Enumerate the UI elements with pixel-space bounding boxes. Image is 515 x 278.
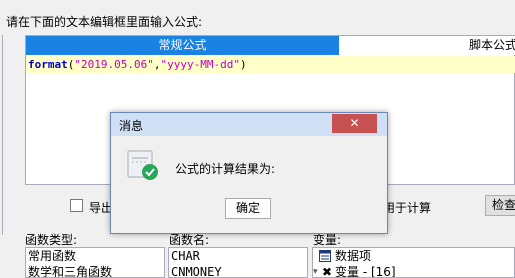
formula-tabbar: 常规公式 脚本公式 <box>26 36 515 55</box>
tree-item-variables[interactable]: ▾ ✖ 变量 - [16] <box>313 264 514 278</box>
left-panel-edge <box>0 35 3 235</box>
dialog-titlebar: 消息 ✕ <box>111 113 387 136</box>
list-item[interactable]: 数学和三角函数 <box>26 264 164 277</box>
list-item[interactable]: CNMONEY <box>169 264 307 277</box>
variable-x-icon: ✖ <box>322 265 333 278</box>
variables-tree[interactable]: 数据项 ▾ ✖ 变量 - [16] <box>312 247 515 278</box>
formula-close-paren: ) <box>239 58 247 71</box>
formula-text-line[interactable]: format("2019.05.06","yyyy-MM-dd") <box>26 56 515 73</box>
dialog-body: 公式的计算结果为: 确定 <box>111 136 387 233</box>
tree-item-label: 变量 - [16] <box>335 265 396 278</box>
tab-script-formula[interactable]: 脚本公式 <box>339 36 515 55</box>
formula-function: format <box>28 58 68 71</box>
dialog-close-button[interactable]: ✕ <box>332 114 377 133</box>
function-type-label: 函数类型: <box>25 233 78 247</box>
message-dialog: 消息 ✕ 公式的计算结果为: 确定 <box>110 112 388 234</box>
dialog-title: 消息 <box>119 119 144 133</box>
function-type-list[interactable]: 常用函数 数学和三角函数 <box>25 247 165 278</box>
list-item[interactable]: CHAR <box>169 248 307 264</box>
formula-arg-date: "2019.05.06" <box>74 58 154 71</box>
use-for-calc-label: 用于计算 <box>383 201 432 215</box>
check-button[interactable]: 检查 <box>485 195 515 216</box>
tree-item-label: 数据项 <box>335 249 372 263</box>
list-item[interactable]: 常用函数 <box>26 248 164 264</box>
export-checkbox[interactable] <box>70 199 83 212</box>
editor-prompt: 请在下面的文本编辑框里面输入公式: <box>6 15 203 29</box>
calculation-success-icon <box>127 150 158 180</box>
function-name-list[interactable]: CHAR CNMONEY <box>168 247 308 278</box>
tab-general-formula[interactable]: 常规公式 <box>26 36 339 55</box>
tree-item-data-items[interactable]: 数据项 <box>313 248 514 264</box>
table-icon <box>319 250 331 262</box>
expand-chevron-icon[interactable]: ▾ <box>313 264 318 277</box>
formula-arg-pattern: "yyyy-MM-dd" <box>160 58 240 71</box>
dialog-message: 公式的计算结果为: <box>175 162 276 176</box>
ok-button[interactable]: 确定 <box>225 198 271 219</box>
